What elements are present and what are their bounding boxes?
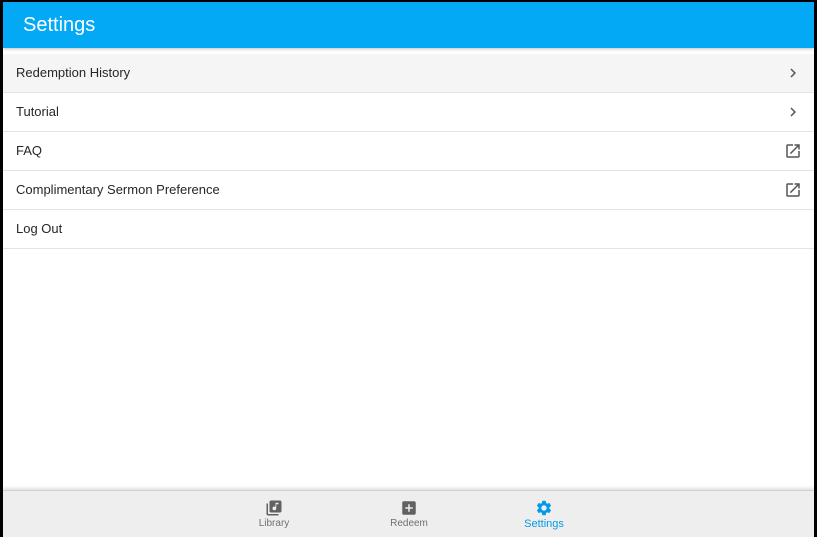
settings-item-redemption-history[interactable]: Redemption History bbox=[3, 54, 814, 93]
settings-item-log-out[interactable]: Log Out bbox=[3, 210, 814, 249]
bottom-navigation: Library Redeem Settings bbox=[3, 490, 814, 537]
library-music-icon bbox=[265, 499, 283, 517]
tab-label: Library bbox=[258, 518, 290, 529]
tab-redeem[interactable]: Redeem bbox=[369, 491, 449, 537]
add-box-icon bbox=[400, 499, 418, 517]
settings-list: Redemption History Tutorial FAQ Complime… bbox=[3, 54, 814, 249]
tab-settings[interactable]: Settings bbox=[504, 491, 584, 537]
settings-item-tutorial[interactable]: Tutorial bbox=[3, 93, 814, 132]
settings-item-label: Complimentary Sermon Preference bbox=[16, 182, 220, 197]
settings-item-label: Log Out bbox=[16, 221, 63, 236]
settings-item-label: Tutorial bbox=[16, 104, 59, 119]
app-bar: Settings bbox=[3, 2, 814, 48]
open-in-new-icon bbox=[784, 181, 802, 199]
page-title: Settings bbox=[23, 14, 96, 36]
settings-item-faq[interactable]: FAQ bbox=[3, 132, 814, 171]
tab-label: Settings bbox=[524, 518, 564, 530]
tab-label: Redeem bbox=[390, 518, 428, 529]
chevron-right-icon bbox=[784, 103, 802, 121]
app-frame: Settings Redemption History Tutorial FAQ… bbox=[3, 2, 814, 537]
tab-library[interactable]: Library bbox=[234, 491, 314, 537]
gear-icon bbox=[535, 499, 553, 517]
settings-item-label: Redemption History bbox=[16, 65, 131, 80]
chevron-right-icon bbox=[784, 64, 802, 82]
open-in-new-icon bbox=[784, 142, 802, 160]
settings-item-label: FAQ bbox=[16, 143, 43, 158]
settings-item-complimentary-sermon-preference[interactable]: Complimentary Sermon Preference bbox=[3, 171, 814, 210]
